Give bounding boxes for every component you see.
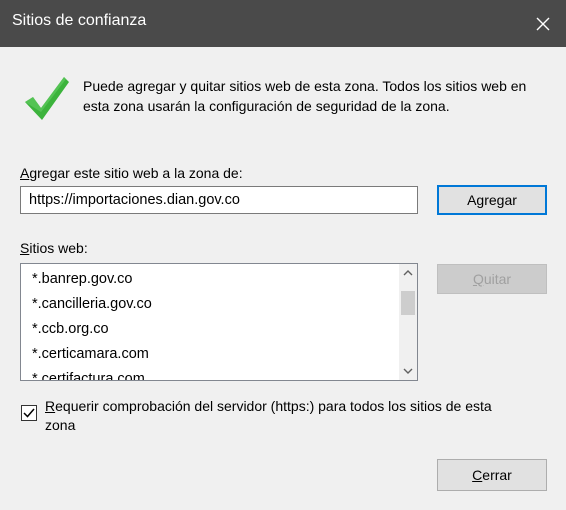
scroll-thumb[interactable] [401, 291, 415, 315]
add-button-mnemonic: g [496, 192, 505, 208]
list-item[interactable]: *.certifactura.com [21, 367, 399, 380]
scroll-down-button[interactable] [399, 362, 417, 380]
require-https-mnemonic: R [45, 398, 56, 414]
chevron-down-icon [403, 368, 413, 374]
add-button-text-pre: Agre [467, 192, 497, 208]
add-site-label: Agregar este sitio web a la zona de: [20, 165, 243, 181]
window-title: Sitios de confianza [12, 12, 147, 29]
close-dialog-button[interactable]: Cerrar [437, 459, 547, 491]
close-icon [536, 17, 550, 30]
close-button[interactable] [520, 0, 566, 47]
require-https-text: equerir comprobación del servidor (https… [45, 398, 492, 433]
websites-listbox[interactable]: *.banrep.gov.co *.cancilleria.gov.co *.c… [20, 263, 418, 381]
scroll-up-button[interactable] [399, 264, 417, 282]
close-button-mnemonic: C [472, 467, 483, 483]
checkmark-icon [25, 77, 69, 120]
remove-button-mnemonic: Q [472, 271, 484, 287]
websites-label: Sitios web: [20, 240, 88, 256]
add-site-label-mnemonic: A [20, 165, 30, 181]
websites-label-mnemonic: S [20, 240, 30, 256]
list-scrollbar[interactable] [399, 264, 417, 380]
checkmark-icon [23, 408, 35, 418]
info-description: Puede agregar y quitar sitios web de est… [83, 78, 527, 114]
add-site-label-text: gregar este sitio web a la zona de: [29, 165, 243, 181]
close-button-text: errar [482, 467, 512, 483]
list-item[interactable]: *.banrep.gov.co [21, 267, 399, 292]
list-item[interactable]: *.cancilleria.gov.co [21, 292, 399, 317]
site-url-input[interactable] [20, 186, 418, 214]
require-https-checkbox[interactable] [21, 405, 37, 421]
remove-button-text: uitar [483, 271, 512, 287]
add-button[interactable]: Agre g ar [437, 185, 547, 215]
require-https-label[interactable]: Requerir comprobación del servidor (http… [45, 397, 525, 435]
chevron-up-icon [403, 270, 413, 276]
title-bar: Sitios de confianza [0, 0, 566, 47]
list-item[interactable]: *.certicamara.com [21, 342, 399, 367]
websites-list: *.banrep.gov.co *.cancilleria.gov.co *.c… [21, 264, 399, 380]
remove-button[interactable]: Quitar [437, 264, 547, 294]
list-item[interactable]: *.ccb.org.co [21, 317, 399, 342]
add-button-text-post: ar [504, 192, 517, 208]
websites-label-text: itios web: [29, 240, 88, 256]
